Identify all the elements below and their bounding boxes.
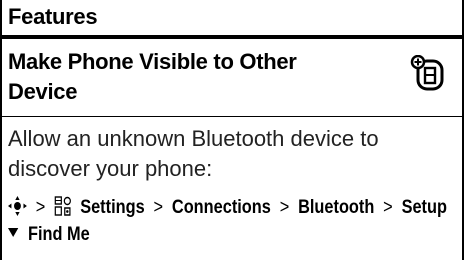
path-item-bluetooth: Bluetooth xyxy=(298,197,375,218)
path-separator: > xyxy=(279,197,290,218)
menu-path: > Settings > Connections > Bluetooth > S… xyxy=(8,195,447,221)
section-title: Make Phone Visible to Other Device xyxy=(8,49,297,104)
nav-key-icon xyxy=(8,196,27,216)
path-item-setup: Setup xyxy=(401,197,447,218)
path-item-connections: Connections xyxy=(171,197,271,218)
header-bar: Features xyxy=(2,0,462,39)
settings-icon xyxy=(54,196,71,216)
menu-path-continued: Find Me xyxy=(8,222,90,248)
path-separator: > xyxy=(35,197,46,218)
manual-page: Features Make Phone Visible to Other Dev… xyxy=(0,0,464,260)
path-separator: > xyxy=(383,197,393,218)
path-separator: > xyxy=(153,197,164,218)
path-item-find-me: Find Me xyxy=(28,224,90,245)
page-title: Features xyxy=(8,4,98,29)
scroll-down-icon xyxy=(8,228,19,237)
optional-feature-icon xyxy=(410,55,444,91)
section-header: Make Phone Visible to Other Device xyxy=(2,39,462,117)
path-item-settings: Settings xyxy=(80,197,145,218)
body-text: Allow an unknown Bluetooth device to dis… xyxy=(8,126,379,181)
